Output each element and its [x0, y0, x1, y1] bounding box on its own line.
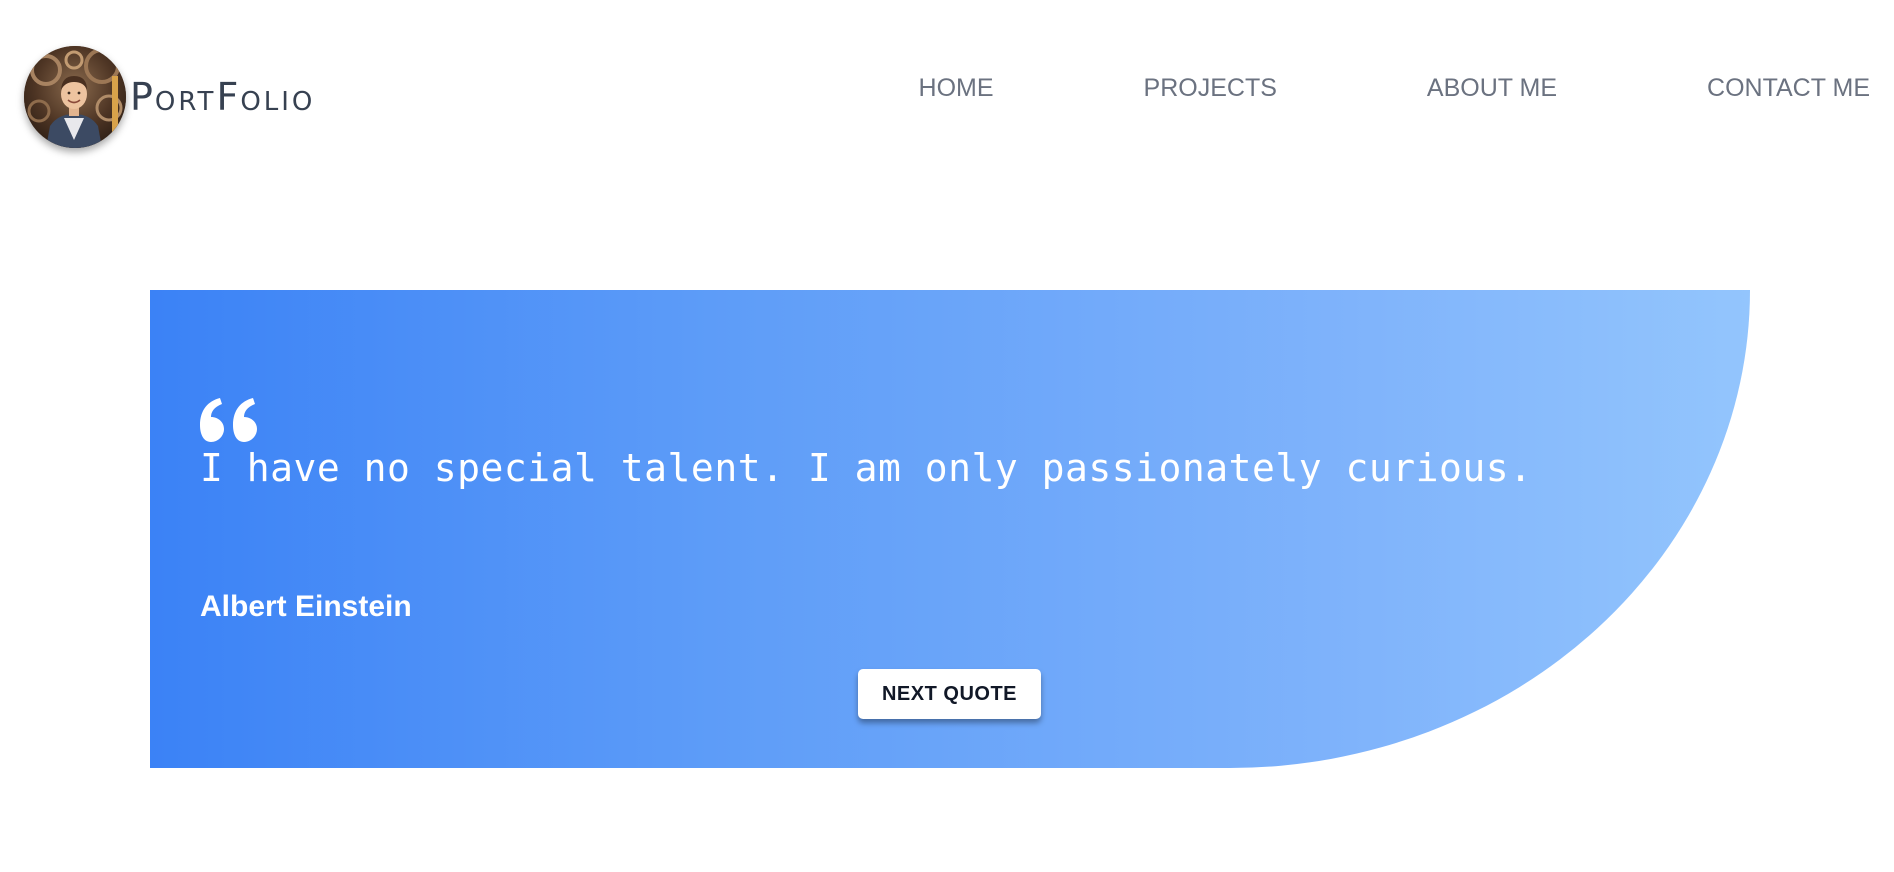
quote-card: I have no special talent. I am only pass… [150, 290, 1750, 768]
profile-photo-icon [24, 46, 126, 148]
main-nav: HOME PROJECTS ABOUT ME CONTACT ME [919, 74, 1870, 103]
portfolio-page: P ORT F OLIO HOME PROJECTS ABOUT ME CONT… [0, 0, 1894, 872]
avatar [24, 46, 126, 148]
brand[interactable]: P ORT F OLIO [24, 44, 315, 150]
brand-initial-p: P [130, 75, 155, 119]
brand-part-olio: OLIO [240, 87, 316, 117]
nav-about-me[interactable]: ABOUT ME [1427, 74, 1557, 103]
next-quote-button[interactable]: NEXT QUOTE [858, 669, 1041, 719]
brand-initial-f: F [216, 75, 241, 119]
quote-text: I have no special talent. I am only pass… [200, 446, 1533, 490]
brand-name: P ORT F OLIO [130, 78, 315, 116]
brand-part-ort: ORT [154, 87, 217, 117]
quote-open-icon [200, 398, 257, 442]
quote-author: Albert Einstein [200, 590, 412, 623]
nav-contact-me[interactable]: CONTACT ME [1707, 74, 1870, 103]
site-header: P ORT F OLIO HOME PROJECTS ABOUT ME CONT… [0, 0, 1894, 190]
nav-projects[interactable]: PROJECTS [1144, 74, 1277, 103]
nav-home[interactable]: HOME [919, 74, 994, 103]
